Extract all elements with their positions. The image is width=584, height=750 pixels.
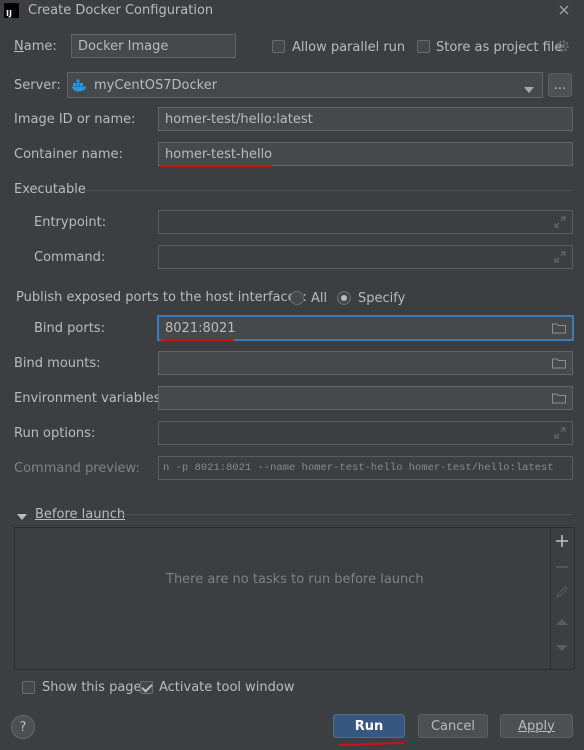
empty-list-text: There are no tasks to run before launch	[166, 572, 424, 587]
window-title: Create Docker Configuration	[28, 3, 214, 18]
run-button[interactable]: Run	[333, 714, 405, 738]
publish-specify-radio[interactable]	[337, 291, 351, 305]
triangle-down-icon[interactable]	[17, 510, 27, 525]
before-launch-label[interactable]: Before launch	[35, 507, 125, 522]
preview-field: n -p 8021:8021 --name homer-test-hello h…	[158, 456, 573, 480]
env-vars-label: Environment variables:	[14, 391, 165, 406]
pencil-icon[interactable]	[556, 586, 568, 602]
chevron-down-icon	[524, 82, 534, 97]
folder-icon[interactable]	[552, 323, 566, 334]
command-field[interactable]	[158, 245, 573, 269]
intellij-logo-icon: IJ	[4, 3, 19, 18]
list-toolbar	[551, 527, 575, 670]
help-button[interactable]: ?	[11, 715, 35, 739]
expand-icon[interactable]	[554, 427, 566, 439]
activate-tool-checkbox[interactable]	[140, 681, 153, 694]
executable-label: Executable	[14, 182, 86, 197]
container-field[interactable]: homer-test-hello	[158, 142, 573, 166]
server-select[interactable]: myCentOS7Docker	[67, 72, 543, 98]
publish-all-radio[interactable]	[290, 291, 304, 305]
server-label: Server:	[14, 78, 61, 93]
docker-icon	[72, 78, 88, 92]
activate-tool-label[interactable]: Activate tool window	[159, 680, 294, 695]
image-label: Image ID or name:	[14, 112, 136, 127]
folder-icon[interactable]	[552, 393, 566, 404]
server-value: myCentOS7Docker	[94, 77, 218, 93]
allow-parallel-label[interactable]: Allow parallel run	[292, 40, 405, 55]
minus-icon[interactable]	[556, 561, 568, 577]
run-options-field[interactable]	[158, 421, 573, 445]
folder-icon[interactable]	[552, 358, 566, 369]
close-icon[interactable]	[556, 2, 572, 18]
bind-mounts-label: Bind mounts:	[14, 356, 101, 371]
cancel-button[interactable]: Cancel	[418, 714, 488, 738]
bind-mounts-field[interactable]	[158, 351, 573, 375]
command-label: Command:	[34, 250, 106, 265]
container-label: Container name:	[14, 147, 123, 162]
run-options-label: Run options:	[14, 426, 96, 441]
title-bar: IJ Create Docker Configuration	[0, 0, 584, 22]
preview-label: Command preview:	[14, 461, 140, 476]
arrow-up-icon[interactable]	[556, 615, 568, 630]
entrypoint-label: Entrypoint:	[34, 215, 107, 230]
annotation-underline	[160, 339, 234, 341]
server-more-button[interactable]: ...	[548, 73, 572, 97]
name-field[interactable]: Docker Image	[71, 34, 236, 58]
name-label: Name:	[14, 39, 57, 54]
before-launch-divider	[121, 514, 572, 515]
publish-label: Publish exposed ports to the host interf…	[16, 290, 307, 305]
entrypoint-field[interactable]	[158, 210, 573, 234]
allow-parallel-checkbox[interactable]	[272, 40, 285, 53]
annotation-underline	[160, 165, 272, 167]
before-launch-list[interactable]: There are no tasks to run before launch	[14, 527, 551, 670]
publish-specify-label[interactable]: Specify	[358, 291, 405, 306]
store-as-file-checkbox[interactable]	[417, 40, 430, 53]
annotation-underline	[337, 741, 405, 747]
expand-icon[interactable]	[554, 251, 566, 263]
apply-button[interactable]: Apply	[500, 714, 573, 738]
bind-ports-field[interactable]: 8021:8021	[157, 315, 574, 341]
store-as-file-label[interactable]: Store as project file	[436, 40, 562, 55]
bind-ports-label: Bind ports:	[34, 321, 105, 336]
show-page-label[interactable]: Show this page	[42, 680, 142, 695]
plus-icon[interactable]	[556, 535, 568, 551]
gear-icon[interactable]	[556, 39, 570, 53]
env-vars-field[interactable]	[158, 386, 573, 410]
arrow-down-icon[interactable]	[556, 641, 568, 656]
image-field[interactable]: homer-test/hello:latest	[158, 107, 573, 131]
executable-divider	[84, 190, 572, 191]
expand-icon[interactable]	[554, 216, 566, 228]
publish-all-label[interactable]: All	[311, 291, 327, 306]
show-page-checkbox[interactable]	[22, 681, 35, 694]
